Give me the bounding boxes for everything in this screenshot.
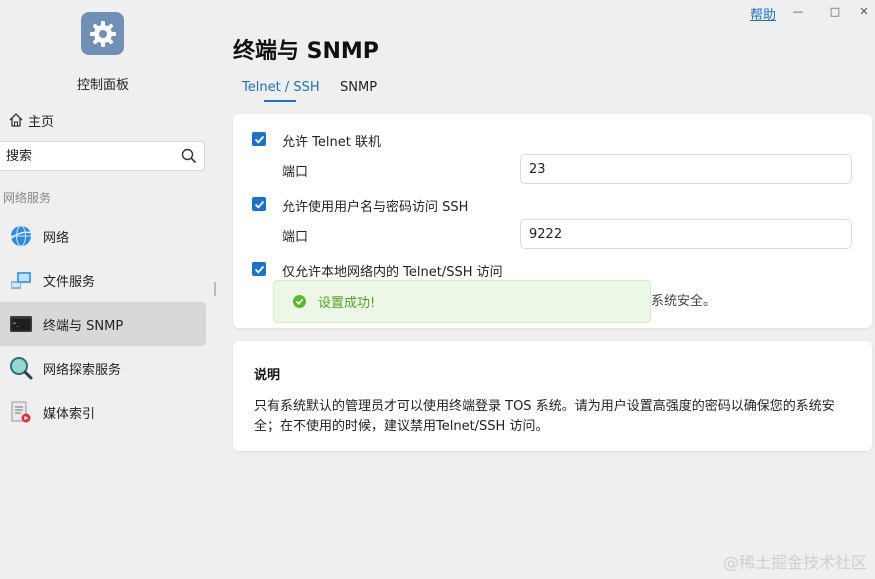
telnet-port-input[interactable] [520,154,852,184]
section-label: 网络服务 [3,191,52,205]
success-toast: 设置成功! [273,280,651,323]
success-check-icon [293,295,306,308]
ssh-checkbox[interactable] [252,197,266,211]
sidebar-item-network[interactable]: 网络 [0,214,206,258]
description-title: 说明 [254,368,281,383]
local-only-option-label: 仅允许本地网络内的 Telnet/SSH 访问 [282,265,503,280]
help-link[interactable]: 帮助 [750,4,776,23]
tab-snmp[interactable]: SNMP [340,80,377,95]
maximize-icon[interactable]: □ [823,2,847,20]
tab-telnet-ssh[interactable]: Telnet / SSH [242,80,320,95]
page-title: 终端与 SNMP [233,39,379,64]
globe-icon [9,224,33,248]
app-title: 控制面板 [76,78,129,93]
search-input[interactable] [0,148,178,164]
control-panel-gear-icon [81,12,124,55]
home-link[interactable]: 主页 [8,110,54,130]
ssh-port-label: 端口 [282,230,309,245]
sidebar-item-terminal-snmp[interactable]: >_ 终端与 SNMP [0,302,206,346]
watermark: @稀土掘金技术社区 [722,553,867,572]
search-icon[interactable] [178,145,200,167]
sidebar-item-file-service[interactable]: 文件服务 [0,258,206,302]
sidebar-item-network-discovery[interactable]: 网络探索服务 [0,346,206,390]
active-tab-indicator [264,100,296,102]
sidebar-item-label: 文件服务 [43,274,96,290]
sidebar-item-label: 网络探索服务 [43,362,122,378]
telnet-port-label: 端口 [282,165,309,180]
local-only-checkbox[interactable] [252,262,266,276]
file-service-icon [9,268,33,292]
minimize-icon[interactable]: — [786,2,810,20]
svg-text:>_: >_ [13,321,20,327]
sidebar-item-label: 媒体索引 [43,406,96,422]
terminal-icon: >_ [9,312,33,336]
sidebar-item-label: 网络 [43,230,70,246]
search-box [0,141,205,171]
telnet-option-label: 允许 Telnet 联机 [282,135,381,150]
sidebar-resize-handle[interactable] [214,282,216,296]
obscured-hint-text: 系统安全。 [651,294,717,309]
description-text: 只有系统默认的管理员才可以使用终端登录 TOS 系统。请为用户设置高强度的密码以… [254,399,835,434]
checkmark-icon [254,135,264,144]
sidebar-item-label: 终端与 SNMP [43,318,124,334]
sidebar: 控制面板 主页 网络服务 网络 [0,0,216,579]
media-index-icon [9,400,33,424]
toast-message: 设置成功! [318,296,376,311]
magnifier-icon [9,356,33,380]
sidebar-item-media-index[interactable]: 媒体索引 [0,390,206,434]
checkmark-icon [254,265,264,274]
telnet-checkbox[interactable] [252,132,266,146]
close-icon[interactable]: ✕ [852,2,875,20]
home-icon [9,113,23,127]
ssh-port-input[interactable] [520,219,852,249]
checkmark-icon [254,200,264,209]
ssh-option-label: 允许使用用户名与密码访问 SSH [282,200,469,215]
home-label: 主页 [28,114,55,130]
